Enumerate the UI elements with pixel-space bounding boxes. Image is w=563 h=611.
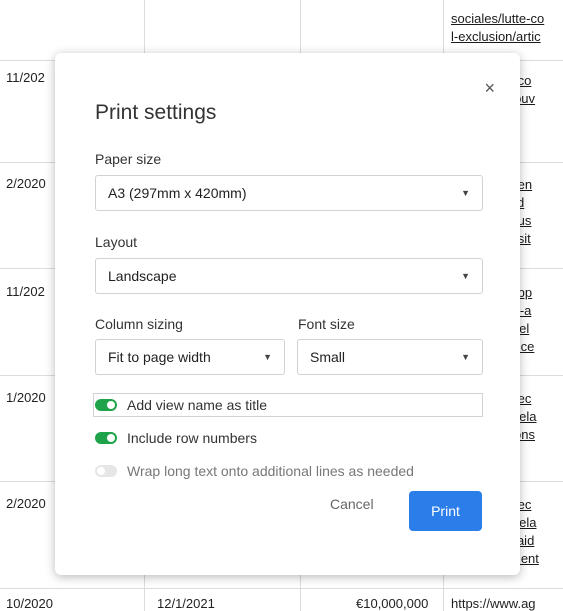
- table-cell-date[interactable]: 11/202: [6, 70, 45, 85]
- layout-value: Landscape: [108, 268, 177, 284]
- table-cell-date[interactable]: 2/2020: [6, 496, 46, 511]
- table-cell-date[interactable]: 12/1/2021: [157, 596, 215, 611]
- option-wrap-long-text[interactable]: Wrap long text onto additional lines as …: [95, 463, 414, 479]
- column-sizing-label: Column sizing: [95, 316, 183, 332]
- column-sizing-value: Fit to page width: [108, 349, 211, 365]
- toggle-switch[interactable]: [95, 465, 117, 477]
- table-cell-date[interactable]: 11/202: [6, 284, 45, 299]
- table-cell-link[interactable]: sociales/lutte-co l-exclusion/artic: [451, 10, 544, 46]
- column-sizing-select[interactable]: Fit to page width ▼: [95, 339, 285, 375]
- option-include-row-numbers[interactable]: Include row numbers: [95, 430, 257, 446]
- print-button[interactable]: Print: [409, 491, 482, 531]
- chevron-down-icon: ▼: [461, 188, 470, 198]
- option-label: Add view name as title: [127, 397, 268, 413]
- option-add-view-name[interactable]: Add view name as title: [95, 397, 267, 413]
- table-cell-link[interactable]: https://www.ag: [451, 596, 536, 611]
- table-cell-date[interactable]: 1/2020: [6, 390, 46, 405]
- layout-select[interactable]: Landscape ▼: [95, 258, 483, 294]
- link-line[interactable]: sociales/lutte-co: [451, 10, 544, 28]
- font-size-value: Small: [310, 349, 346, 365]
- option-label: Include row numbers: [127, 430, 257, 446]
- link-line[interactable]: l-exclusion/artic: [451, 28, 544, 46]
- option-label: Wrap long text onto additional lines as …: [127, 463, 414, 479]
- chevron-down-icon: ▼: [263, 352, 272, 362]
- toggle-switch[interactable]: [95, 432, 117, 444]
- chevron-down-icon: ▼: [461, 271, 470, 281]
- chevron-down-icon: ▼: [461, 352, 470, 362]
- table-cell-amount[interactable]: €10,000,000: [356, 596, 428, 611]
- row-divider: [0, 588, 563, 589]
- dialog-title: Print settings: [95, 101, 217, 124]
- layout-label: Layout: [95, 234, 138, 250]
- close-icon[interactable]: ×: [484, 79, 495, 97]
- paper-size-value: A3 (297mm x 420mm): [108, 185, 247, 201]
- print-settings-dialog: × Print settings Paper size A3 (297mm x …: [55, 53, 520, 575]
- table-cell-date[interactable]: 10/2020: [6, 596, 53, 611]
- paper-size-label: Paper size: [95, 151, 162, 167]
- font-size-label: Font size: [298, 316, 355, 332]
- table-cell-date[interactable]: 2/2020: [6, 176, 46, 191]
- font-size-select[interactable]: Small ▼: [297, 339, 483, 375]
- paper-size-select[interactable]: A3 (297mm x 420mm) ▼: [95, 175, 483, 211]
- cancel-button[interactable]: Cancel: [330, 496, 374, 512]
- toggle-switch[interactable]: [95, 399, 117, 411]
